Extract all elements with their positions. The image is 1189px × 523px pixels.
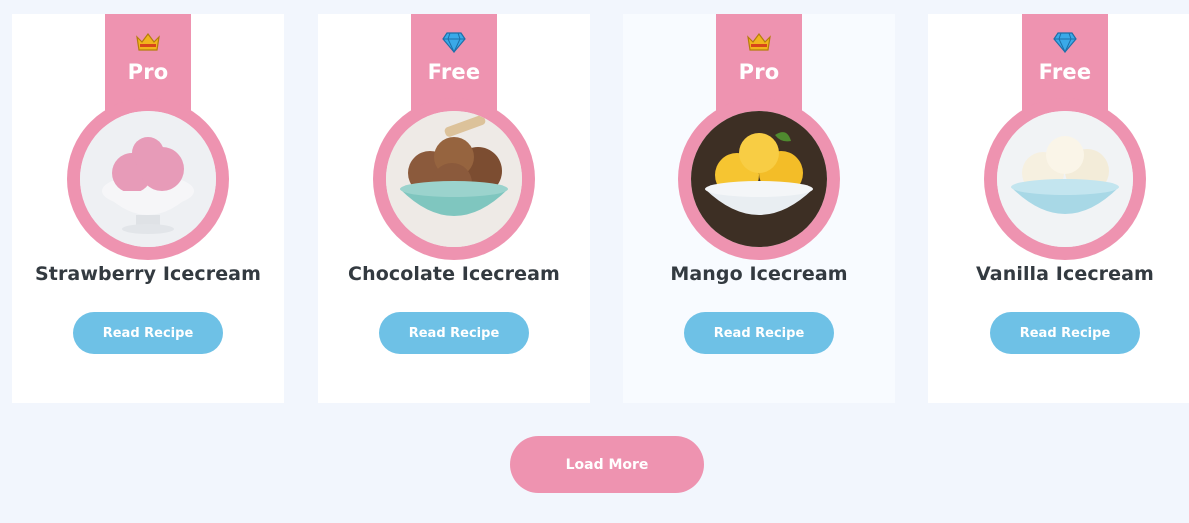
load-more-button[interactable]: Load More xyxy=(510,436,704,493)
recipe-photo xyxy=(386,111,522,247)
recipe-card-strawberry: Pro Strawberry Icecream Read Recipe xyxy=(12,14,284,403)
recipe-photo xyxy=(691,111,827,247)
read-recipe-button[interactable]: Read Recipe xyxy=(684,312,834,354)
read-recipe-button[interactable]: Read Recipe xyxy=(990,312,1140,354)
recipe-card-vanilla: Free Vanilla Icecream Read Recipe xyxy=(928,14,1189,403)
recipe-title: Mango Icecream xyxy=(670,263,848,285)
recipe-title: Strawberry Icecream xyxy=(35,263,261,285)
read-recipe-button[interactable]: Read Recipe xyxy=(73,312,223,354)
recipe-card-chocolate: Free Chocolate Icecream Read Recipe xyxy=(318,14,590,403)
recipe-photo-frame xyxy=(984,98,1146,260)
tier-label: Free xyxy=(427,60,481,84)
diamond-icon xyxy=(441,31,467,53)
recipe-title: Vanilla Icecream xyxy=(976,263,1154,285)
diamond-icon xyxy=(1052,31,1078,53)
recipe-title: Chocolate Icecream xyxy=(348,263,560,285)
recipe-grid: Pro Strawberry Icecream Read Recipe Free… xyxy=(0,0,1189,523)
crown-icon xyxy=(746,31,772,53)
tier-label: Pro xyxy=(738,60,780,84)
recipe-photo xyxy=(80,111,216,247)
tier-label: Free xyxy=(1038,60,1092,84)
recipe-photo-frame xyxy=(373,98,535,260)
recipe-card-mango: Pro Mango Icecream Read Recipe xyxy=(623,14,895,403)
read-recipe-button[interactable]: Read Recipe xyxy=(379,312,529,354)
recipe-photo-frame xyxy=(678,98,840,260)
tier-label: Pro xyxy=(127,60,169,84)
recipe-photo-frame xyxy=(67,98,229,260)
recipe-photo xyxy=(997,111,1133,247)
crown-icon xyxy=(135,31,161,53)
